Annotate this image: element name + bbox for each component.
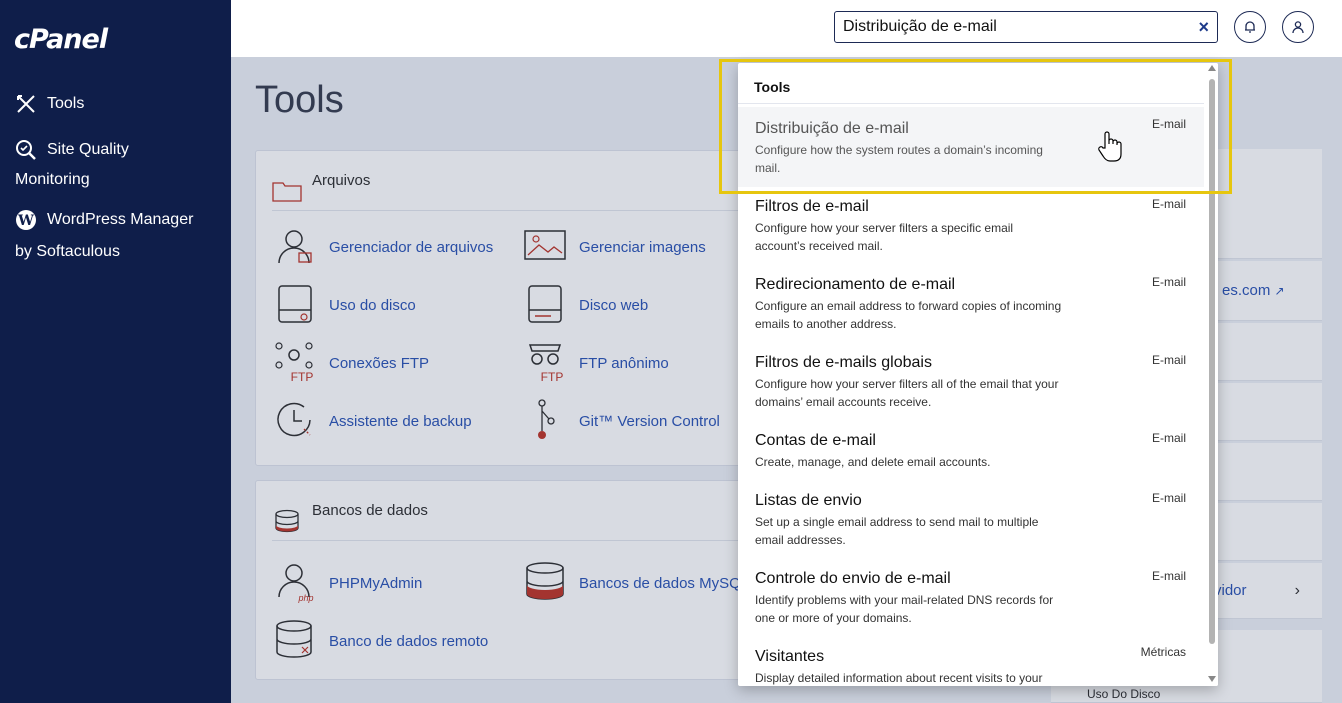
result-title: Filtros de e-mail [755, 198, 869, 215]
result-description: Configure an email address to forward co… [755, 299, 1062, 331]
result-item-visitors[interactable]: Visitantes Display detailed information … [738, 645, 1204, 686]
svg-text:W: W [17, 213, 34, 229]
result-category: Métricas [1140, 645, 1186, 659]
result-category: E-mail [1151, 117, 1186, 131]
tools-icon [15, 93, 37, 115]
result-item-email-routing[interactable]: Distribuição de e-mail Configure how the… [738, 107, 1204, 187]
result-description: Display detailed information about recen… [755, 671, 1043, 685]
sidebar-item-label: Tools [47, 95, 85, 112]
sidebar-item-site-quality[interactable]: Site Quality [15, 135, 129, 165]
dropdown-scrollbar[interactable] [1206, 63, 1218, 686]
sidebar-item-tools[interactable]: Tools [15, 89, 84, 119]
result-item-email-deliverability[interactable]: Controle do envio de e-mail Identify pro… [738, 569, 1204, 639]
sidebar-item-wordpress[interactable]: W WordPress Manager [15, 205, 193, 235]
clear-icon[interactable]: × [1198, 17, 1209, 38]
result-item-email-accounts[interactable]: Contas de e-mail Create, manage, and del… [738, 431, 1204, 483]
result-description: Configure how your server filters all of… [755, 377, 1059, 409]
result-description: Configure how the system routes a domain… [755, 143, 1043, 175]
result-category: E-mail [1151, 197, 1186, 211]
result-description: Create, manage, and delete email account… [755, 455, 991, 469]
result-title: Contas de e-mail [755, 432, 876, 449]
result-title: Filtros de e-mails globais [755, 354, 932, 371]
search-input[interactable] [835, 12, 1175, 42]
sidebar-item-label-line2[interactable]: by Softaculous [15, 237, 120, 267]
wordpress-icon: W [15, 209, 37, 231]
sidebar-item-label: WordPress Manager [47, 211, 194, 228]
sidebar-item-label: Site Quality [47, 141, 129, 158]
divider [738, 103, 1204, 104]
sidebar: cPanel Tools Site Quality Monitoring W W… [0, 0, 231, 703]
result-description: Set up a single email address to send ma… [755, 515, 1039, 547]
bell-icon [1245, 21, 1255, 33]
hand-cursor-icon [1097, 130, 1125, 164]
search-box[interactable]: × [834, 11, 1218, 43]
result-title: Distribuição de e-mail [755, 120, 909, 137]
user-icon [1292, 21, 1304, 34]
scroll-thumb[interactable] [1209, 79, 1215, 644]
notifications-button[interactable] [1234, 11, 1266, 43]
result-item-mailing-lists[interactable]: Listas de envio Set up a single email ad… [738, 491, 1204, 561]
cpanel-logo[interactable]: cPanel [14, 24, 108, 55]
result-item-global-filters[interactable]: Filtros de e-mails globais Configure how… [738, 353, 1204, 423]
result-title: Listas de envio [755, 492, 862, 509]
result-category: E-mail [1151, 353, 1186, 367]
result-item-email-filters[interactable]: Filtros de e-mail Configure how your ser… [738, 197, 1204, 267]
scroll-down-arrow-icon[interactable] [1208, 676, 1216, 682]
result-category: E-mail [1151, 491, 1186, 505]
results-group-header: Tools [754, 79, 791, 95]
result-description: Configure how your server filters a spec… [755, 221, 1014, 253]
result-category: E-mail [1151, 569, 1186, 583]
result-title: Visitantes [755, 648, 825, 665]
search-results-dropdown: Tools Distribuição de e-mail Configure h… [738, 63, 1218, 686]
result-description: Identify problems with your mail-related… [755, 593, 1054, 625]
result-category: E-mail [1151, 431, 1186, 445]
magnifier-check-icon [15, 139, 37, 161]
top-bar: × [231, 0, 1342, 57]
sidebar-item-label-line2[interactable]: Monitoring [15, 165, 90, 195]
result-title: Controle do envio de e-mail [755, 570, 951, 587]
user-menu-button[interactable] [1282, 11, 1314, 43]
result-title: Redirecionamento de e-mail [755, 276, 956, 293]
result-item-forwarders[interactable]: Redirecionamento de e-mail Configure an … [738, 275, 1204, 345]
scroll-up-arrow-icon[interactable] [1208, 65, 1216, 71]
result-category: E-mail [1151, 275, 1186, 289]
